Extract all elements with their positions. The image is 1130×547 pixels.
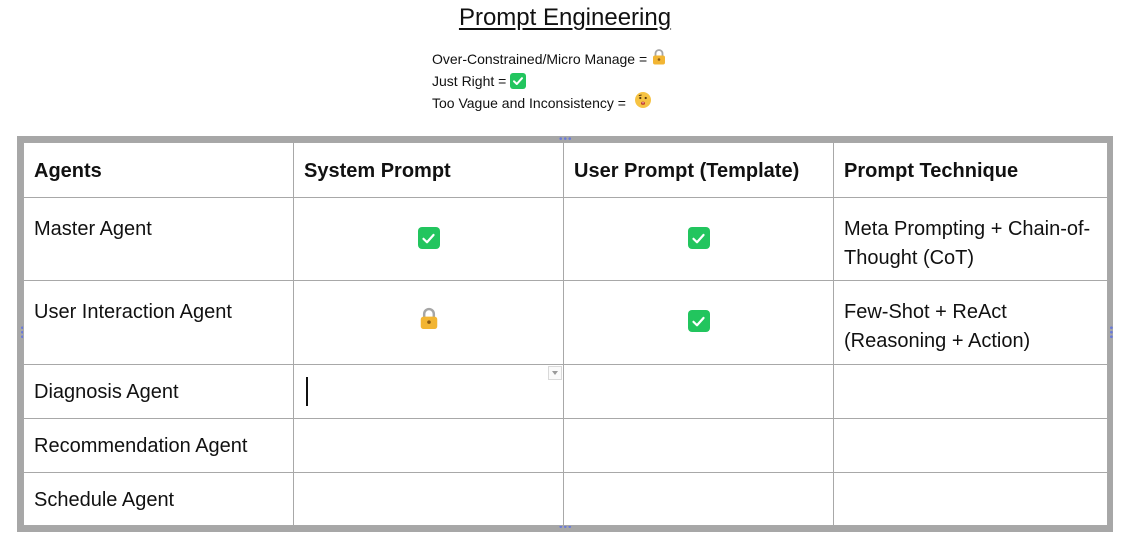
- column-header[interactable]: System Prompt: [293, 141, 564, 199]
- legend-item-over-constrained: Over-Constrained/Micro Manage =: [432, 48, 667, 71]
- agent-name: Recommendation Agent: [34, 434, 248, 457]
- prompt-technique: Meta Prompting + Chain-of-Thought (CoT): [844, 218, 1091, 270]
- column-header[interactable]: User Prompt (Template): [563, 141, 834, 199]
- table-cell[interactable]: [293, 280, 564, 365]
- table-cell[interactable]: [833, 471, 1108, 527]
- table-cell[interactable]: [833, 417, 1108, 473]
- legend: Over-Constrained/Micro Manage = Just Rig…: [432, 48, 667, 115]
- lock-icon: [651, 48, 667, 71]
- table-cell[interactable]: Diagnosis Agent: [23, 363, 294, 419]
- table-row: Diagnosis Agent: [23, 363, 1108, 419]
- table-cell[interactable]: Few-Shot + ReAct (Reasoning + Action): [833, 280, 1108, 365]
- table-cell[interactable]: User Interaction Agent: [23, 280, 294, 365]
- table-cell[interactable]: [293, 197, 564, 282]
- table-cell[interactable]: Master Agent: [23, 197, 294, 282]
- check-icon: [417, 227, 440, 250]
- table-cell[interactable]: Schedule Agent: [23, 471, 294, 527]
- table-cell[interactable]: [563, 197, 834, 282]
- table-cell[interactable]: [563, 417, 834, 473]
- legend-item-too-vague: Too Vague and Inconsistency =: [432, 91, 667, 115]
- table-frame[interactable]: ••• ••• ••• ••• Agents System Prompt Use…: [16, 135, 1116, 533]
- agent-name: Master Agent: [34, 218, 152, 241]
- table-row: Recommendation Agent: [23, 417, 1108, 473]
- lock-icon: [418, 306, 440, 336]
- thinking-face-icon: [634, 91, 652, 115]
- legend-label: Just Right =: [432, 72, 507, 89]
- table-cell[interactable]: [293, 363, 564, 419]
- agents-table: Agents System Prompt User Prompt (Templa…: [23, 141, 1108, 527]
- prompt-technique: Few-Shot + ReAct (Reasoning + Action): [844, 301, 1031, 353]
- agent-name: Diagnosis Agent: [34, 380, 179, 403]
- cell-dropdown-icon[interactable]: [548, 365, 562, 380]
- legend-label: Too Vague and Inconsistency =: [432, 94, 626, 111]
- table-cell[interactable]: [563, 280, 834, 365]
- table-row: Schedule Agent: [23, 471, 1108, 527]
- table-row: Master Agent Meta Prompting + Chain-of-T…: [23, 197, 1108, 282]
- agent-name: Schedule Agent: [34, 488, 175, 511]
- column-header[interactable]: Agents: [23, 141, 294, 199]
- table-header-row: Agents System Prompt User Prompt (Templa…: [23, 141, 1108, 199]
- table-cell[interactable]: Recommendation Agent: [23, 417, 294, 473]
- table-row: User Interaction Agent Few-Shot + ReAct …: [23, 280, 1108, 365]
- legend-item-just-right: Just Right =: [432, 71, 667, 92]
- agent-name: User Interaction Agent: [34, 301, 232, 324]
- check-icon: [687, 310, 710, 333]
- page-title: Prompt Engineering: [458, 4, 672, 31]
- legend-label: Over-Constrained/Micro Manage =: [432, 51, 648, 67]
- text-cursor: [306, 376, 308, 406]
- table-cell[interactable]: [833, 363, 1108, 419]
- column-header[interactable]: Prompt Technique: [833, 141, 1108, 199]
- check-icon: [510, 72, 527, 89]
- table-cell[interactable]: Meta Prompting + Chain-of-Thought (CoT): [833, 197, 1108, 282]
- table-cell[interactable]: [293, 417, 564, 473]
- check-icon: [687, 227, 710, 250]
- table-cell[interactable]: [563, 471, 834, 527]
- table-cell[interactable]: [293, 471, 564, 527]
- table-cell[interactable]: [563, 363, 834, 419]
